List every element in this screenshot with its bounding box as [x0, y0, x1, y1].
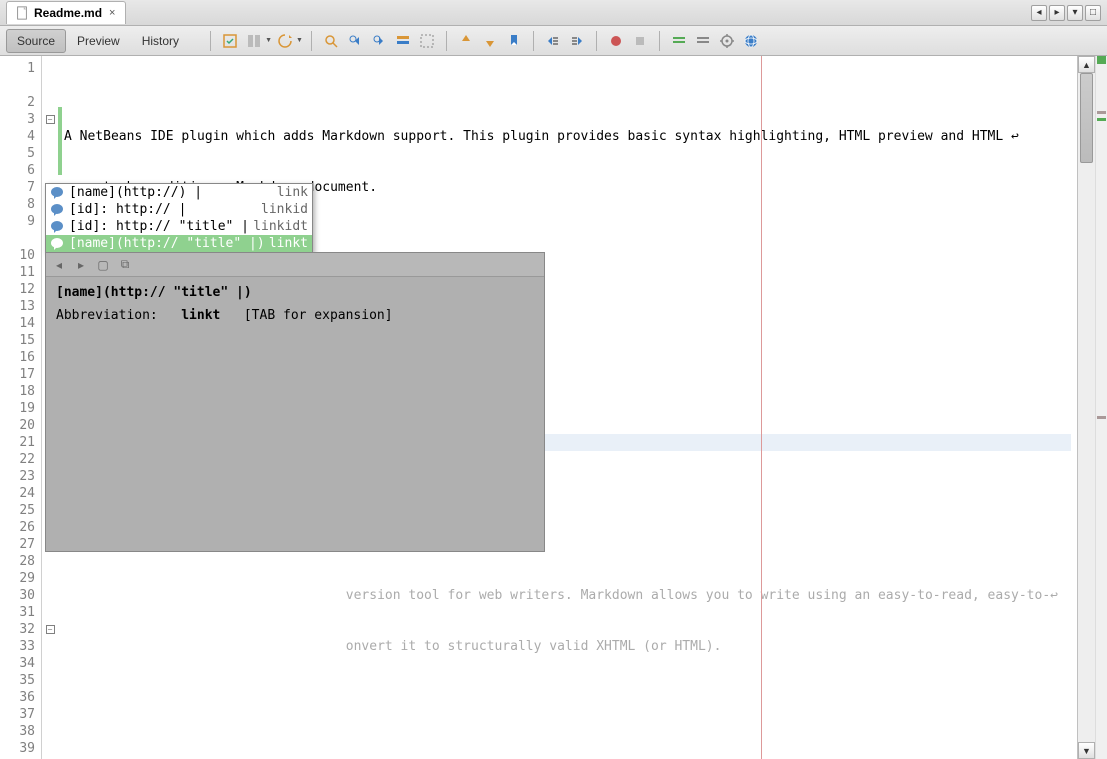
history-view-button[interactable]: History: [131, 29, 190, 53]
fold-toggle[interactable]: −: [46, 625, 55, 634]
tab-title: Readme.md: [34, 6, 102, 20]
doc-toolbar: ◂ ▸ ▢ ⧉: [46, 253, 544, 277]
code-line: [64, 689, 1071, 706]
suggestion-icon: [50, 220, 64, 234]
overview-mark: [1097, 56, 1106, 64]
toggle-bookmark-icon[interactable]: [503, 30, 525, 52]
options-icon[interactable]: [716, 30, 738, 52]
doc-snippet: [name](http:// "title" |): [56, 285, 252, 300]
dropdown-arrow-icon[interactable]: ▼: [265, 37, 272, 44]
doc-abbrev-value: linkt: [181, 308, 220, 323]
highlight-icon[interactable]: [392, 30, 414, 52]
code-line: xxxxxxxxxxxxxxxxxxxxxxxxxxxxxxxxxxxxvers…: [64, 587, 1071, 604]
suggestion-icon: [50, 186, 64, 200]
file-icon: [15, 6, 29, 20]
autocomplete-item[interactable]: [id]: http:// "title" | linkidt: [46, 218, 312, 235]
maximize-button[interactable]: □: [1085, 5, 1101, 21]
file-tab[interactable]: Readme.md ×: [6, 1, 126, 24]
doc-forward-button[interactable]: ▸: [72, 256, 90, 274]
code-line: xxxxxxxxxxxxxxxxxxxxxxxxxxxxxxxxxxxxonve…: [64, 638, 1071, 655]
fold-toggle[interactable]: −: [46, 115, 55, 124]
doc-back-button[interactable]: ◂: [50, 256, 68, 274]
tab-close-button[interactable]: ×: [107, 7, 117, 19]
suggestion-icon: [50, 237, 64, 251]
view-switcher: Source Preview History: [6, 29, 190, 53]
doc-abbrev-label: Abbreviation:: [56, 308, 158, 323]
code-line: A NetBeans IDE plugin which adds Markdow…: [64, 128, 1071, 145]
refresh-icon[interactable]: [274, 30, 296, 52]
source-view-button[interactable]: Source: [6, 29, 66, 53]
autocomplete-item-selected[interactable]: [name](http:// "title" |) linkt: [46, 235, 312, 252]
doc-content: [name](http:// "title" |) Abbreviation: …: [46, 277, 544, 339]
vertical-scrollbar[interactable]: ▲ ▼: [1077, 56, 1095, 759]
line-number-gutter[interactable]: 123 4567 8910 11121314 15161718 19202122…: [0, 56, 42, 759]
doc-external-button[interactable]: ⧉: [116, 256, 134, 274]
find-prev-icon[interactable]: [344, 30, 366, 52]
overview-mark: [1097, 118, 1106, 121]
overview-mark: [1097, 416, 1106, 419]
change-marker: [58, 107, 62, 175]
last-edit-icon[interactable]: [219, 30, 241, 52]
dropdown-arrow-icon[interactable]: ▼: [296, 37, 303, 44]
suggestion-icon: [50, 203, 64, 217]
dropdown-button[interactable]: ▾: [1067, 5, 1083, 21]
overview-mark: [1097, 111, 1106, 114]
preview-view-button[interactable]: Preview: [66, 29, 131, 53]
editor-toolbar: Source Preview History ▼ ▼: [0, 26, 1107, 56]
doc-hint: [TAB for expansion]: [244, 308, 393, 323]
overview-ruler[interactable]: [1095, 56, 1107, 759]
tab-bar: Readme.md × ◂ ▸ ▾ □: [0, 0, 1107, 26]
scroll-down-button[interactable]: ▼: [1078, 742, 1095, 759]
macro-stop-icon[interactable]: [629, 30, 651, 52]
code-line: [64, 740, 1071, 757]
find-selection-icon[interactable]: [320, 30, 342, 52]
documentation-popup: ◂ ▸ ▢ ⧉ [name](http:// "title" |) Abbrev…: [45, 252, 545, 552]
prev-bookmark-icon[interactable]: [455, 30, 477, 52]
scroll-right-button[interactable]: ▸: [1049, 5, 1065, 21]
macro-record-icon[interactable]: [605, 30, 627, 52]
comment-icon[interactable]: [668, 30, 690, 52]
scrollbar-thumb[interactable]: [1080, 73, 1093, 163]
autocomplete-item[interactable]: [id]: http:// | linkid: [46, 201, 312, 218]
shift-left-icon[interactable]: [542, 30, 564, 52]
uncomment-icon[interactable]: [692, 30, 714, 52]
doc-window-button[interactable]: ▢: [94, 256, 112, 274]
scroll-up-button[interactable]: ▲: [1078, 56, 1095, 73]
selection-mode-icon[interactable]: [416, 30, 438, 52]
shift-right-icon[interactable]: [566, 30, 588, 52]
scroll-left-button[interactable]: ◂: [1031, 5, 1047, 21]
diff-icon[interactable]: [243, 30, 265, 52]
find-next-icon[interactable]: [368, 30, 390, 52]
window-controls: ◂ ▸ ▾ □: [1031, 5, 1107, 21]
right-margin-line: [761, 56, 762, 759]
autocomplete-popup[interactable]: [name](http://) | link [id]: http:// | l…: [45, 183, 313, 253]
browser-icon[interactable]: [740, 30, 762, 52]
autocomplete-item[interactable]: [name](http://) | link: [46, 184, 312, 201]
next-bookmark-icon[interactable]: [479, 30, 501, 52]
